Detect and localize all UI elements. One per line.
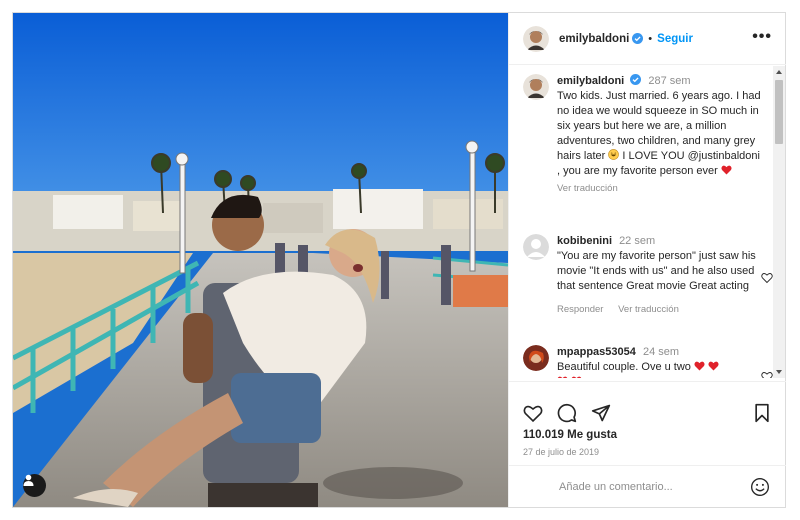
caption-time: 287 sem: [648, 75, 691, 87]
comment-icon[interactable]: [557, 403, 577, 423]
comment-text-body: Beautiful couple. Ove u two: [557, 361, 691, 373]
comments-list[interactable]: emilybaldoni 287 sem Two kids. Just marr…: [509, 66, 786, 378]
comments-scrollbar[interactable]: [773, 66, 785, 378]
caption-username[interactable]: emilybaldoni: [557, 75, 624, 87]
separator-dot: •: [648, 32, 653, 45]
emoji-icon[interactable]: [750, 477, 770, 497]
caption-translate-link[interactable]: Ver traducción: [557, 183, 618, 194]
scrollbar-thumb[interactable]: [775, 80, 783, 144]
red-heart-emoji-icon: [708, 361, 719, 371]
comment-like-heart-icon[interactable]: [761, 272, 773, 284]
comment-time: 22 sem: [619, 235, 656, 247]
scroll-down-arrow-icon[interactable]: [776, 370, 782, 374]
laughing-emoji-icon: [608, 149, 620, 160]
commenter-username[interactable]: mpappas53054: [557, 346, 636, 358]
caption-avatar[interactable]: [523, 74, 549, 100]
comment-input[interactable]: [559, 478, 739, 496]
scroll-up-arrow-icon[interactable]: [776, 70, 782, 74]
post-header: emilybaldoni • Seguir •••: [509, 13, 786, 65]
more-options-icon[interactable]: •••: [752, 29, 772, 45]
likes-count[interactable]: 110.019 Me gusta: [523, 429, 617, 441]
comment-text: "You are my favorite person" just saw hi…: [557, 250, 756, 292]
beach-pier-photo: [13, 13, 508, 507]
post-photo[interactable]: [13, 13, 508, 507]
post-modal: emilybaldoni • Seguir ••• emilybaldoni 2…: [12, 12, 786, 508]
follow-button[interactable]: Seguir: [657, 33, 693, 45]
commenter-avatar[interactable]: [523, 234, 549, 260]
commenter-avatar[interactable]: [523, 345, 549, 371]
verified-badge-icon: [632, 33, 644, 44]
verified-badge-icon: [630, 74, 642, 85]
author-avatar[interactable]: [523, 25, 549, 52]
user-tag-icon: [23, 474, 34, 486]
bookmark-icon[interactable]: [752, 403, 772, 423]
post-side-panel: emilybaldoni • Seguir ••• emilybaldoni 2…: [508, 13, 786, 507]
red-heart-emoji-icon: [571, 376, 582, 378]
red-heart-emoji-icon: [721, 165, 732, 175]
reply-link[interactable]: Responder: [557, 304, 603, 315]
caption-text: Two kids. Just married. 6 years ago. I h…: [557, 89, 763, 179]
author-username[interactable]: emilybaldoni: [559, 33, 629, 45]
user-tag-button[interactable]: [23, 474, 46, 497]
comment-time: 24 sem: [642, 346, 680, 358]
comment-like-heart-icon[interactable]: [761, 371, 773, 378]
comment-composer: [509, 465, 786, 507]
comment-text: Beautiful couple. Ove u two: [557, 360, 763, 375]
heart-icon[interactable]: [523, 403, 543, 423]
commenter-username[interactable]: kobibenini: [557, 235, 612, 247]
comment-translate-link[interactable]: Ver traducción: [618, 304, 679, 315]
red-heart-emoji-icon: [694, 361, 705, 371]
post-date: 27 de julio de 2019: [523, 447, 600, 457]
default-avatar-icon: [523, 234, 549, 260]
paper-plane-icon[interactable]: [591, 403, 611, 423]
red-heart-emoji-icon: [557, 376, 568, 378]
